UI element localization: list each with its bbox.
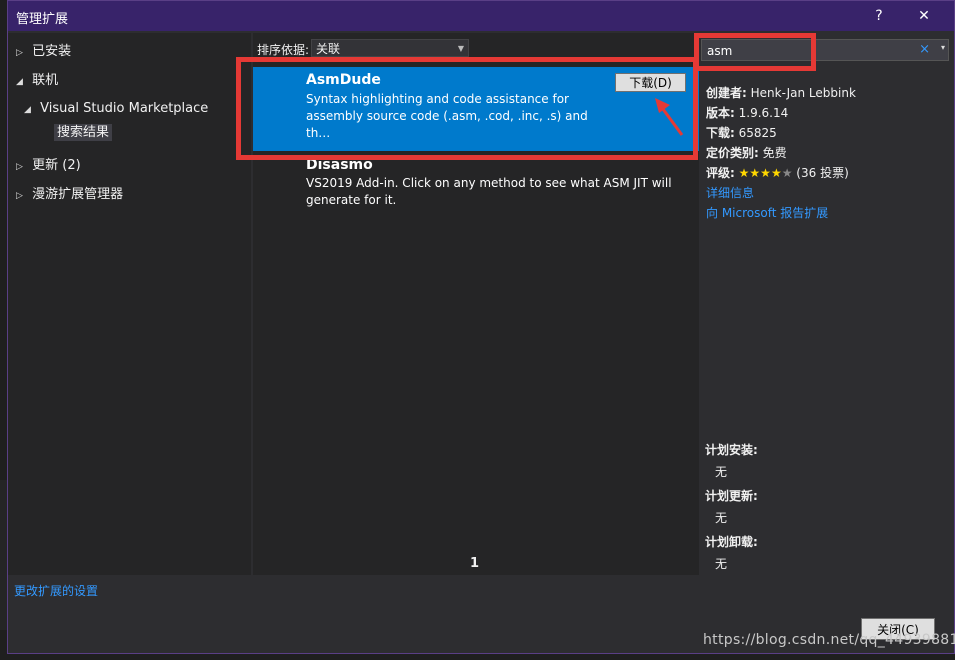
planned-install-label: 计划安装: (705, 443, 758, 457)
tree-item-label: 已安装 (32, 44, 72, 59)
download-button[interactable]: 下载(D) (615, 73, 686, 92)
extension-name: Disasmo (306, 157, 373, 173)
extension-description: Syntax highlighting and code assistance … (306, 92, 588, 140)
sort-label: 排序依据: (257, 43, 310, 57)
clear-search-icon[interactable]: × (919, 42, 930, 57)
tree-item-label: 更新 (2) (32, 158, 81, 173)
pricing-row: 定价类别: 免费 (706, 144, 787, 161)
change-settings-link[interactable]: 更改扩展的设置 (14, 582, 98, 599)
creator-row: 创建者: Henk-Jan Lebbink (706, 84, 856, 101)
chevron-down-icon: ▼ (457, 44, 464, 53)
tree-item-installed[interactable]: ▷ 已安装 (16, 40, 71, 59)
planned-uninstall-value: 无 (715, 557, 728, 571)
rating-row: 评级: ★★★★★ (36 投票) (706, 164, 849, 181)
tree-item-updates[interactable]: ▷ 更新 (2) (16, 154, 81, 173)
creator-value: Henk-Jan Lebbink (750, 86, 856, 100)
tree-item-label: 搜索结果 (54, 124, 113, 141)
tree-item-online[interactable]: ◢ 联机 (16, 69, 58, 88)
category-tree: ▷ 已安装 ◢ 联机 ◢ Visual Studio Marketplace 搜… (8, 33, 251, 575)
more-info-link[interactable]: 详细信息 (706, 184, 754, 201)
sort-dropdown[interactable]: 关联 ▼ (311, 39, 469, 57)
creator-label: 创建者: (706, 86, 747, 100)
pricing-value: 免费 (762, 146, 787, 160)
title-bar: 管理扩展 ? ✕ (8, 1, 954, 31)
extension-description: VS2019 Add-in. Click on any method to se… (306, 176, 672, 207)
results-panel: 排序依据: 关联 ▼ AsmDude Syntax highlighting a… (253, 33, 699, 575)
downloads-row: 下载: 65825 (706, 124, 777, 141)
dialog-title: 管理扩展 (16, 12, 69, 27)
search-box[interactable]: × ▾ (701, 39, 949, 61)
watermark: https://blog.csdn.net/qq_44939881 (703, 632, 955, 648)
star-empty-icon: ★ (781, 166, 793, 180)
star-filled-icon: ★ (760, 166, 771, 180)
annotation-arrow-icon (655, 98, 684, 136)
tree-item-label: Visual Studio Marketplace (40, 101, 209, 116)
tree-item-marketplace[interactable]: ◢ Visual Studio Marketplace (24, 101, 208, 116)
star-filled-icon: ★ (770, 166, 782, 180)
details-panel: × ▾ 创建者: Henk-Jan Lebbink 版本: 1.9.6.14 下… (701, 33, 951, 575)
chevron-down-icon[interactable]: ▾ (941, 43, 945, 52)
star-filled-icon: ★ (749, 166, 761, 180)
version-value: 1.9.6.14 (738, 106, 789, 120)
extension-name: AsmDude (306, 72, 381, 88)
planned-uninstall-label: 计划卸载: (705, 535, 758, 549)
expand-arrow-icon: ▷ (16, 48, 23, 58)
result-item-disasmo[interactable]: Disasmo VS2019 Add-in. Click on any meth… (253, 155, 699, 215)
version-label: 版本: (706, 106, 735, 120)
downloads-value: 65825 (738, 126, 777, 140)
report-extension-link[interactable]: 向 Microsoft 报告扩展 (706, 204, 828, 221)
rating-stars: ★★★★★ (739, 166, 793, 180)
expand-arrow-icon: ▷ (16, 162, 23, 172)
sort-value: 关联 (316, 42, 341, 56)
pricing-label: 定价类别: (706, 146, 759, 160)
manage-extensions-dialog: 管理扩展 ? ✕ ▷ 已安装 ◢ 联机 ◢ Visual Studio Mark… (7, 0, 955, 654)
rating-votes: (36 投票) (796, 166, 849, 180)
downloads-label: 下载: (706, 126, 735, 140)
search-input[interactable] (705, 41, 909, 61)
tree-item-label: 联机 (32, 73, 59, 88)
collapse-arrow-icon: ◢ (24, 105, 31, 115)
result-item-asmdude[interactable]: AsmDude Syntax highlighting and code ass… (253, 67, 699, 151)
close-icon[interactable]: ✕ (910, 6, 938, 26)
help-icon[interactable]: ? (865, 6, 893, 26)
planned-update-value: 无 (715, 511, 728, 525)
rating-label: 评级: (706, 166, 735, 180)
expand-arrow-icon: ▷ (16, 191, 23, 201)
star-filled-icon: ★ (738, 166, 750, 180)
planned-install-value: 无 (715, 465, 728, 479)
tree-item-search-results[interactable]: 搜索结果 (54, 121, 113, 141)
version-row: 版本: 1.9.6.14 (706, 104, 788, 121)
collapse-arrow-icon: ◢ (16, 77, 23, 87)
page-number[interactable]: 1 (470, 556, 479, 571)
tree-item-roaming[interactable]: ▷ 漫游扩展管理器 (16, 183, 123, 202)
tree-item-label: 漫游扩展管理器 (32, 187, 124, 202)
planned-update-label: 计划更新: (705, 489, 758, 503)
